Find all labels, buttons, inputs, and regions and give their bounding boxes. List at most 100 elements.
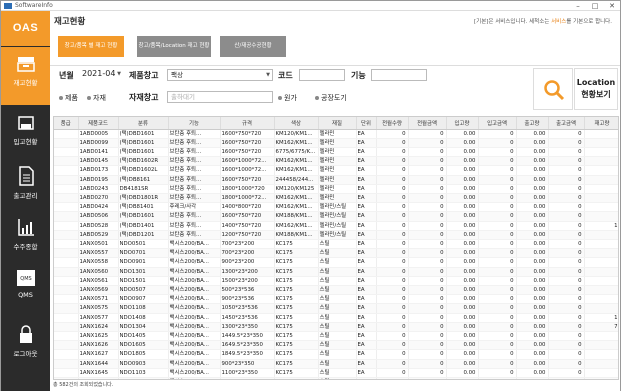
- table-row[interactable]: 1ANX1627 NDO1805 백시스200/BA... 1849.5*23*350…: [54, 349, 618, 360]
- search-button[interactable]: [533, 68, 573, 110]
- table-row[interactable]: 1ANX1646NDO1203백시스200/BA...1200*23*350KC…: [54, 377, 618, 379]
- tab-wip-status[interactable]: 산/재공수공현황: [220, 36, 286, 57]
- column-header[interactable]: 기능: [168, 117, 221, 130]
- table-row[interactable]: 1ABD0195 (택)DB8161 브탄층 후퇴... 1600*750*720 24…: [54, 175, 618, 185]
- column-header[interactable]: 단위: [356, 117, 377, 130]
- chevron-down-icon: ▼: [266, 72, 270, 78]
- tab-warehouse-item-stock[interactable]: 창고/품목 별 재고 현황: [58, 36, 124, 57]
- maximize-button[interactable]: □: [587, 1, 603, 11]
- table-row[interactable]: 1ABD0005 (택)DBD1601 브탄층 후퇴... 1600*750*720 K…: [54, 129, 618, 139]
- table-row[interactable]: 1ANX0571 NDO0907 백시스200/BA... 900*23*536 KC1…: [54, 294, 618, 305]
- table-cell: KM162/KM1...: [274, 165, 319, 176]
- table-cell: 백시스200/BA...: [168, 303, 221, 314]
- table-row[interactable]: 1ANX0575 NDO1108 백시스200/BA... 1050*23*536 KC…: [54, 303, 618, 314]
- table-row[interactable]: 1ANX0501 NDO0501 백시스200/BA... 700*23*200 KC1…: [54, 239, 618, 250]
- year-month-label: 년월: [59, 71, 74, 80]
- table-row[interactable]: 1ABD0528 (택)DBD1401 브탄층 후퇴... 1400*750*720 K…: [54, 221, 618, 231]
- table-cell: [584, 285, 618, 296]
- close-button[interactable]: ✕: [604, 1, 620, 11]
- service-notice: [기본]은 서비스입니다. 세척소는 서비스를 기본으로 합니다.: [474, 19, 612, 25]
- material-warehouse-input[interactable]: 출하대기: [167, 91, 273, 103]
- table-cell: KC175: [274, 257, 319, 268]
- sidebar-item-orders[interactable]: 수주종합: [1, 209, 50, 267]
- table-cell: 스틸: [318, 322, 357, 332]
- table-row[interactable]: 1ANX0561 NDO1501 백시스200/BA... 1500*23*200 KC…: [54, 276, 618, 286]
- table-row[interactable]: 1ANX0577 NDO1408 백시스200/BA... 1450*23*536 KC…: [54, 313, 618, 323]
- table-cell: 0: [408, 377, 447, 379]
- column-header[interactable]: 재고량: [584, 117, 618, 130]
- table-row[interactable]: 1ABD0529 (택)DBD1201 브탄층 후퇴... 1200*750*720 K…: [54, 230, 618, 240]
- table-row[interactable]: 1ABD0424 (택)DB81401 후레크/사각 1400*800*720 KM16…: [54, 202, 618, 213]
- table-cell: 0.00: [516, 248, 549, 259]
- table-row[interactable]: 1ANX1626 NDO1605 백시스200/BA... 1649.5*23*350…: [54, 340, 618, 351]
- table-row[interactable]: 1ABD0145 (택)DBD1602R 브탄층 후퇴... 1600*1000*72…: [54, 156, 618, 167]
- table-cell: 브탄층 후퇴...: [168, 193, 221, 204]
- column-header[interactable]: 분류: [118, 117, 169, 130]
- column-header[interactable]: 재질: [318, 117, 357, 130]
- sidebar-item-qms[interactable]: QMS QMS: [1, 261, 50, 319]
- table-cell: NDO1304: [118, 322, 169, 332]
- table-row[interactable]: 1ANX0557 NDO0701 백시스200/BA... 700*23*200 KC1…: [54, 248, 618, 259]
- sidebar-item-outbound[interactable]: 출고관리: [1, 158, 50, 216]
- column-header[interactable]: 입고량: [446, 117, 479, 130]
- column-header[interactable]: 제품코드: [78, 117, 119, 130]
- radio-cost[interactable]: 원가: [278, 93, 297, 103]
- radio-factory-price[interactable]: 공장도기: [315, 93, 347, 103]
- column-header[interactable]: 출고금액: [548, 117, 585, 130]
- table-cell: 900*23*200: [220, 257, 275, 268]
- table-cell: 멜라민: [318, 165, 357, 176]
- column-header[interactable]: 규격: [220, 117, 275, 130]
- table-row[interactable]: 1ABD0270 (택)DBD1801R 브탄층 후퇴... 1800*1000*72…: [54, 193, 618, 204]
- table-cell: 0: [376, 340, 409, 351]
- product-warehouse-select[interactable]: 팩상 ▼: [167, 69, 273, 81]
- table-row[interactable]: 1ABD0099 (택)DBD1601 브탄층 후퇴... 1600*750*720 K…: [54, 138, 618, 148]
- table-cell: EA: [356, 175, 377, 185]
- table-row[interactable]: 1ABD0141 (택)DBD1601 브탄층 후퇴... 1600*750*720 6…: [54, 147, 618, 158]
- table-cell: 0: [408, 359, 447, 369]
- code-input[interactable]: [299, 69, 345, 81]
- year-month-input[interactable]: 2021-04 ▼: [79, 69, 123, 81]
- table-row[interactable]: 1ABD0173 (택)DBD1602L 브탄층 후퇴... 1600*1000*72…: [54, 165, 618, 176]
- column-header[interactable]: 전월수량: [376, 117, 409, 130]
- column-header[interactable]: 색상: [274, 117, 319, 130]
- table-row[interactable]: 1ABD0243 DB4181SR 브탄층 후퇴... 1800*1000*720 KM…: [54, 184, 618, 194]
- table-row[interactable]: 1ANX0560 NDO1301 백시스200/BA... 1300*23*200 KC…: [54, 267, 618, 277]
- location-view-button[interactable]: Location 현황보기: [574, 68, 618, 110]
- table-cell: 0: [376, 138, 409, 148]
- sidebar-item-inbound[interactable]: 입고현황: [1, 106, 50, 164]
- radio-product[interactable]: 제품: [59, 93, 78, 103]
- column-header[interactable]: 출고량: [516, 117, 549, 130]
- table-row[interactable]: 1ANX1644 NDO0903 백시스200/BA... 900*23*350 KC1…: [54, 359, 618, 369]
- table-row[interactable]: 1ABD0506 (택)DBD1601 브탄층 후퇴... 1600*750*720 K…: [54, 211, 618, 222]
- table-row[interactable]: 1ANX1625 NDO1405 백시스200/BA... 1449.5*23*350…: [54, 331, 618, 342]
- table-cell: 0.00: [446, 322, 479, 332]
- radio-dot: [59, 96, 63, 100]
- column-header[interactable]: 전월금액: [408, 117, 447, 130]
- table-cell: 0: [548, 285, 585, 296]
- table-cell: KM162/KM1...: [274, 156, 319, 167]
- table-cell: (택)DB81401: [118, 202, 169, 213]
- table-row[interactable]: 1ANX1624 NDO1304 백시스200/BA... 1300*23*350 KC…: [54, 322, 618, 332]
- table-cell: 0.00: [516, 276, 549, 286]
- table-cell: 0: [478, 156, 517, 167]
- table-row[interactable]: 1ANX0558 NDO0901 백시스200/BA... 900*23*200 KC1…: [54, 257, 618, 268]
- table-cell: 0: [376, 313, 409, 323]
- table-cell: KC175: [274, 239, 319, 250]
- table-cell: 0: [408, 211, 447, 222]
- spec-input[interactable]: [371, 69, 427, 81]
- table-row[interactable]: 1ANX0569 NDO0507 백시스200/BA... 500*23*536 KC1…: [54, 285, 618, 296]
- column-header[interactable]: 품급: [54, 117, 79, 130]
- column-header[interactable]: 입고금액: [478, 117, 517, 130]
- radio-material[interactable]: 자재: [87, 93, 106, 103]
- table-header-row: 품급 제품코드 분류 기능 규격 색상 재질 단위 전월수량 전월금액 입고량 입고금액 출고량 출고금액…: [54, 117, 618, 130]
- tab-location-stock[interactable]: 창고/품목/Location 재고 현황: [137, 36, 211, 57]
- table-cell: (택)DBD1601: [118, 147, 169, 158]
- table-cell: 0: [548, 138, 585, 148]
- table-cell: 0.00: [516, 322, 549, 332]
- minimize-button[interactable]: –: [570, 1, 586, 11]
- table-cell: 0.00: [446, 239, 479, 250]
- table-cell: 1ANX0569: [78, 285, 119, 296]
- sidebar-item-inventory[interactable]: 재고현황: [1, 47, 50, 105]
- table-row[interactable]: 1ANX1645 NDO1103 백시스200/BA... 1100*23*350 KC…: [54, 368, 618, 378]
- sidebar-item-logout[interactable]: 로그아웃: [1, 316, 50, 374]
